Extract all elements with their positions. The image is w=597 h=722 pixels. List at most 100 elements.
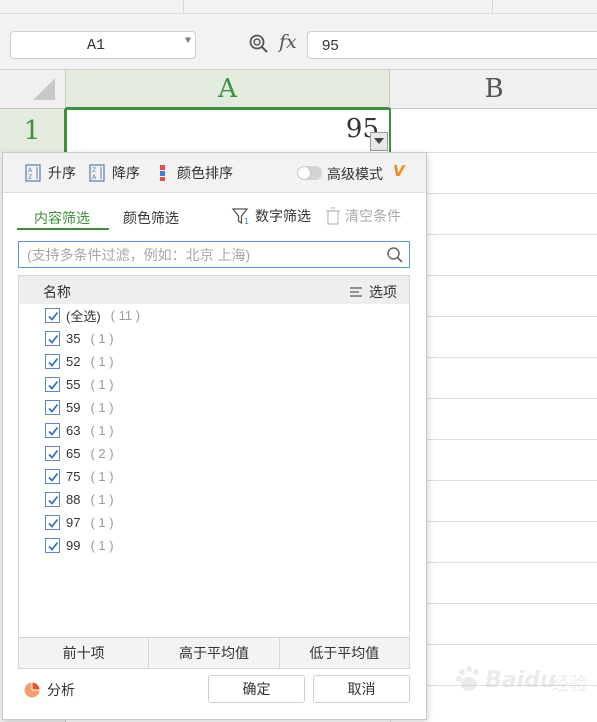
search-input[interactable] — [27, 245, 377, 264]
sort-ascending-label: 升序 — [48, 165, 76, 181]
filter-dropdown-button[interactable] — [370, 132, 388, 151]
value-list: 名称 选项 (全选) ( 11 ) 35 ( 1 ) 52 ( 1 ) 55 ( 1 ) 59 (… — [18, 275, 410, 639]
grid-line — [427, 644, 597, 645]
list-item[interactable]: 88 ( 1 ) — [19, 488, 409, 511]
list-item-label: 59 — [66, 400, 81, 415]
list-item[interactable]: 59 ( 1 ) — [19, 396, 409, 419]
checkbox[interactable] — [45, 515, 60, 530]
list-item-label: 52 — [66, 354, 81, 369]
advanced-mode-toggle[interactable] — [297, 166, 322, 180]
list-item-count: ( 1 ) — [90, 423, 114, 438]
above-average-button[interactable]: 高于平均值 — [149, 638, 280, 668]
list-item[interactable]: 99 ( 1 ) — [19, 534, 409, 557]
analysis-button[interactable]: 分析 — [23, 680, 75, 700]
grid-line — [427, 234, 597, 235]
list-item-label: 55 — [66, 377, 81, 392]
search-icon[interactable] — [386, 246, 404, 264]
checkbox[interactable] — [45, 354, 60, 369]
check-icon — [48, 380, 59, 390]
list-item-label: 97 — [66, 515, 81, 530]
clear-conditions-button[interactable]: 清空条件 — [325, 206, 401, 226]
vip-icon: V — [393, 162, 405, 180]
list-item[interactable]: 97 ( 1 ) — [19, 511, 409, 534]
sort-descending-label: 降序 — [112, 165, 140, 181]
checkbox[interactable] — [45, 492, 60, 507]
confirm-button[interactable]: 确定 — [208, 675, 305, 703]
below-average-button[interactable]: 低于平均值 — [280, 638, 409, 668]
list-item-count: ( 1 ) — [90, 377, 114, 392]
list-item-label: (全选) — [66, 309, 101, 324]
fx-icon[interactable]: fx — [279, 31, 297, 53]
list-item-label: 99 — [66, 538, 81, 553]
quick-filter-bar: 前十项 高于平均值 低于平均值 — [18, 637, 410, 669]
list-item-count: ( 2 ) — [90, 446, 114, 461]
list-item[interactable]: 35 ( 1 ) — [19, 327, 409, 350]
search-box — [18, 241, 410, 268]
list-item[interactable]: 55 ( 1 ) — [19, 373, 409, 396]
checkbox[interactable] — [45, 400, 60, 415]
grid-line — [427, 357, 597, 358]
check-icon — [48, 541, 59, 551]
list-item[interactable]: 52 ( 1 ) — [19, 350, 409, 373]
top-ten-button[interactable]: 前十项 — [19, 638, 150, 668]
formula-input[interactable]: 95 — [307, 31, 597, 59]
column-header-b[interactable]: B — [391, 70, 597, 109]
zoom-formula-icon[interactable] — [248, 33, 270, 55]
tab-content-filter[interactable]: 内容筛选 — [34, 208, 90, 228]
list-item-count: ( 1 ) — [90, 354, 114, 369]
color-sort-icon — [160, 165, 165, 181]
tab-color-filter[interactable]: 颜色筛选 — [123, 208, 179, 228]
sort-ascending-button[interactable]: A Z 升序 — [25, 163, 76, 183]
list-item-label: 63 — [66, 423, 81, 438]
column-header-row: A B — [0, 70, 597, 109]
filter-tabs: 内容筛选 颜色筛选 1 数字筛选 清空条件 — [3, 193, 426, 235]
list-item-count: ( 1 ) — [90, 400, 114, 415]
checkbox[interactable] — [45, 538, 60, 553]
name-column-header: 名称 — [43, 284, 71, 300]
list-item-label: 88 — [66, 492, 81, 507]
checkbox[interactable] — [45, 469, 60, 484]
row-header-1[interactable]: 1 — [0, 109, 66, 153]
options-lines-icon — [350, 287, 362, 297]
list-item[interactable]: 75 ( 1 ) — [19, 465, 409, 488]
trash-icon — [326, 207, 340, 225]
chevron-down-icon[interactable]: ▼ — [185, 36, 191, 47]
checkbox[interactable] — [45, 331, 60, 346]
filter-funnel-icon: 1 — [231, 208, 249, 226]
list-item[interactable]: 65 ( 2 ) — [19, 442, 409, 465]
name-box[interactable]: A1 ▼ — [10, 31, 196, 59]
checkbox[interactable] — [45, 446, 60, 461]
formula-bar: A1 ▼ fx 95 — [0, 14, 597, 70]
list-item[interactable]: 63 ( 1 ) — [19, 419, 409, 442]
cell-a1[interactable]: 95 — [65, 108, 391, 154]
column-header-a[interactable]: A — [66, 70, 390, 109]
number-filter-label: 数字筛选 — [255, 208, 311, 224]
watermark-text: Baidu — [485, 668, 556, 693]
checkbox[interactable] — [45, 377, 60, 392]
grid-line — [427, 316, 597, 317]
check-icon — [48, 495, 59, 505]
grid-line — [427, 603, 597, 604]
cancel-button[interactable]: 取消 — [313, 675, 410, 703]
options-button[interactable]: 选项 — [349, 282, 397, 302]
advanced-mode-label: 高级模式 — [327, 166, 383, 182]
svg-text:Z: Z — [28, 174, 32, 181]
sort-by-color-label: 颜色排序 — [177, 165, 233, 181]
grid-line — [427, 439, 597, 440]
select-all-item[interactable]: (全选) ( 11 ) — [19, 304, 409, 327]
list-item-count: ( 1 ) — [90, 469, 114, 484]
sort-az-icon: A Z — [25, 164, 41, 182]
checkbox[interactable] — [45, 423, 60, 438]
check-icon — [48, 357, 59, 367]
svg-text:A: A — [28, 167, 33, 174]
sort-by-color-button[interactable]: 颜色排序 — [158, 163, 233, 183]
select-all-corner[interactable] — [0, 70, 66, 108]
list-item-count: ( 1 ) — [90, 331, 114, 346]
number-filter-button[interactable]: 1 数字筛选 — [231, 206, 311, 226]
checkbox[interactable] — [45, 308, 60, 323]
list-item-count: ( 11 ) — [110, 308, 141, 323]
paw-logo-icon — [456, 666, 479, 691]
toolbar-separator — [183, 0, 184, 13]
svg-text:Z: Z — [92, 167, 96, 174]
sort-descending-button[interactable]: Z A 降序 — [89, 163, 140, 183]
